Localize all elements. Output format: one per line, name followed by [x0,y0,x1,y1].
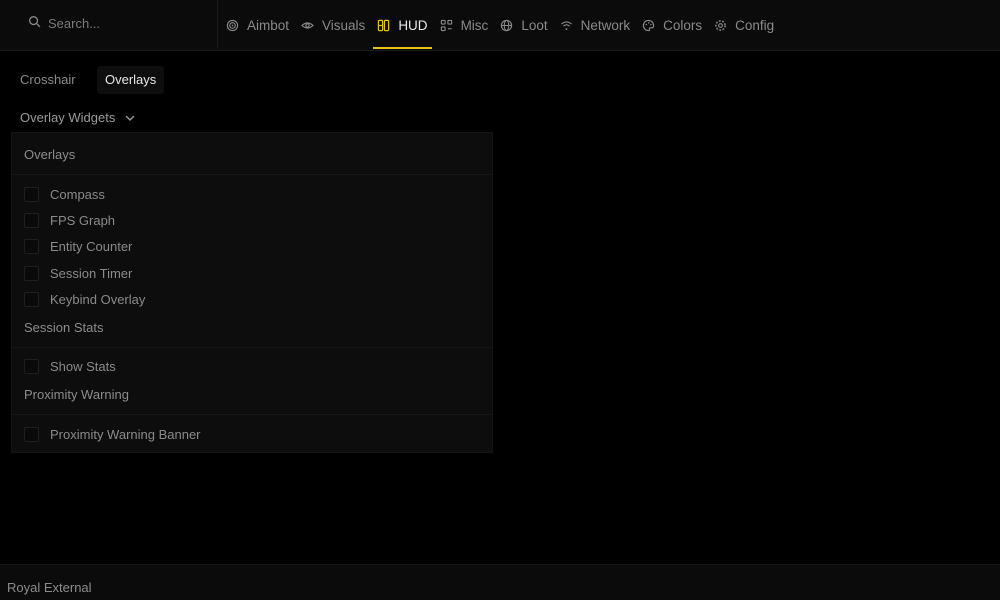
top-bar: Aimbot Visuals HUD [0,0,1000,51]
chevron-down-icon [126,115,135,121]
checkbox[interactable] [24,426,39,442]
search-icon [29,16,41,28]
nav-tab-label: Visuals [322,17,366,33]
nav-tab-loot[interactable]: Loot [496,0,551,50]
nav-tab-label: Config [735,17,775,33]
nav-tab-hud[interactable]: HUD [373,0,432,50]
option-label: Entity Counter [50,238,133,254]
app-window: Aimbot Visuals HUD [0,0,1000,600]
option-label: Compass [50,186,105,202]
option-session-timer[interactable]: Session Timer [24,263,132,283]
option-proximity-warning-banner[interactable]: Proximity Warning Banner [24,424,201,444]
checkbox[interactable] [24,186,39,202]
hud-icon [378,19,390,31]
nav-tab-visuals[interactable]: Visuals [297,0,369,50]
section-title-overlays: Overlays [24,147,76,162]
option-label: Show Stats [50,358,116,374]
option-label: Keybind Overlay [50,291,146,307]
dropdown-label: Overlay Widgets [20,110,116,125]
search-box [0,0,218,48]
section-title-proximity-warning: Proximity Warning [24,387,129,402]
nav-tab-label: HUD [398,17,428,33]
nav-tab-aimbot[interactable]: Aimbot [222,0,293,50]
checkbox[interactable] [24,291,39,307]
section-title-session-stats: Session Stats [24,320,104,335]
subtab-overlays[interactable]: Overlays [97,66,165,94]
wifi-icon [560,20,572,30]
main-nav: Aimbot Visuals HUD Misc Loot Network Col… [222,0,782,50]
nav-tab-colors[interactable]: Colors [638,0,706,50]
nav-tab-config[interactable]: Config [710,0,778,50]
option-label: FPS Graph [50,212,116,228]
nav-tab-label: Network [580,17,631,33]
eye-icon [301,21,314,29]
checkbox[interactable] [24,238,39,254]
nav-tab-misc[interactable]: Misc [436,0,493,50]
option-keybind-overlay[interactable]: Keybind Overlay [24,289,145,309]
footer-bar: Royal External [0,564,1000,600]
option-fps-graph[interactable]: FPS Graph [24,210,115,230]
nav-tab-network[interactable]: Network [556,0,635,50]
divider [12,174,492,175]
option-label: Session Timer [50,265,133,281]
grid-icon [440,19,452,31]
nav-tab-label: Loot [521,17,548,33]
checkbox[interactable] [24,358,39,374]
option-show-stats[interactable]: Show Stats [24,356,116,376]
gear-icon [715,19,727,31]
option-label: Proximity Warning Banner [50,426,201,442]
overlay-widgets-dropdown[interactable]: Overlay Widgets [20,108,135,128]
search-input[interactable] [48,12,208,34]
nav-tab-label: Misc [460,17,489,33]
palette-icon [643,19,655,31]
divider [12,414,492,415]
option-entity-counter[interactable]: Entity Counter [24,236,132,256]
subtab-crosshair[interactable]: Crosshair [12,66,84,94]
nav-tab-label: Aimbot [247,17,290,33]
divider [12,347,492,348]
checkbox[interactable] [24,265,39,281]
globe-icon [501,19,513,31]
target-icon [226,19,239,31]
option-compass[interactable]: Compass [24,184,105,204]
checkbox[interactable] [24,212,39,228]
overlays-panel: Overlays Compass FPS Graph Entity Counte… [11,132,493,453]
app-title: Royal External [7,580,92,595]
nav-tab-label: Colors [663,17,703,33]
